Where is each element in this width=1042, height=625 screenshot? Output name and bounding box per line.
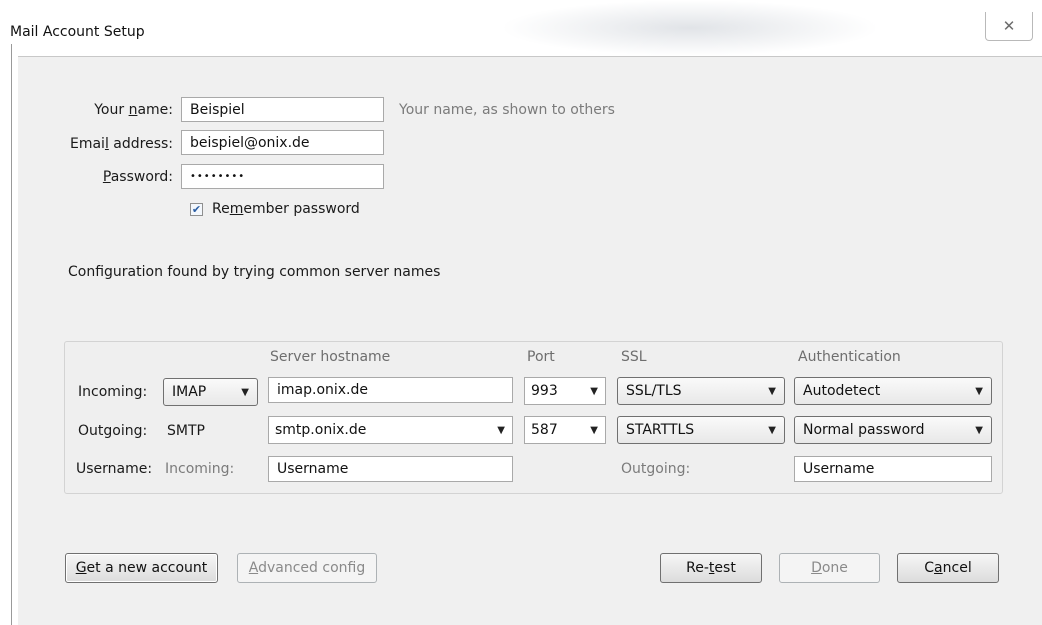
chevron-down-icon: ▼: [497, 424, 505, 436]
outgoing-auth-value: Normal password: [803, 422, 925, 438]
retest-button[interactable]: Re-test: [660, 553, 762, 583]
email-label: Email address:: [69, 136, 173, 152]
outgoing-port-value: 587: [531, 422, 558, 438]
get-new-account-button[interactable]: Get a new account: [65, 553, 218, 583]
done-label: Done: [811, 560, 848, 576]
remember-password-label[interactable]: Remember password: [212, 201, 360, 217]
name-label: Your name:: [94, 102, 173, 118]
chevron-down-icon: ▼: [241, 386, 249, 398]
advanced-config-label: Advanced config: [248, 560, 366, 576]
outgoing-hostname-combo[interactable]: smtp.onix.de ▼: [268, 416, 513, 444]
email-field[interactable]: beispiel@onix.de: [181, 130, 384, 155]
name-hint: Your name, as shown to others: [399, 102, 615, 118]
title-bar-glow: [500, 0, 880, 56]
cancel-button[interactable]: Cancel: [897, 553, 999, 583]
username-outgoing-label: Outgoing:: [621, 461, 691, 477]
close-button[interactable]: ✕: [985, 12, 1033, 41]
incoming-auth-value: Autodetect: [803, 383, 881, 399]
cancel-label: Cancel: [924, 560, 972, 576]
outgoing-protocol: SMTP: [167, 423, 205, 439]
password-field[interactable]: ••••••••: [181, 164, 384, 189]
divider: [18, 56, 1042, 57]
chevron-down-icon: ▼: [590, 424, 598, 436]
outgoing-port-combo[interactable]: 587 ▼: [524, 416, 606, 444]
outgoing-label: Outgoing:: [78, 423, 148, 439]
incoming-protocol-value: IMAP: [172, 384, 207, 400]
checkmark-icon: ✔: [191, 203, 202, 216]
outgoing-username-field[interactable]: Username: [794, 456, 992, 482]
outgoing-auth-select[interactable]: Normal password ▼: [794, 416, 992, 444]
header-server-hostname: Server hostname: [270, 349, 391, 365]
header-ssl: SSL: [621, 349, 647, 365]
incoming-username-field[interactable]: Username: [268, 456, 513, 482]
get-new-account-label: Get a new account: [75, 560, 208, 576]
window-title: Mail Account Setup: [10, 24, 145, 40]
outgoing-ssl-select[interactable]: STARTTLS ▼: [617, 416, 785, 444]
username-label: Username:: [76, 461, 153, 477]
incoming-label: Incoming:: [78, 384, 148, 400]
incoming-protocol-select[interactable]: IMAP ▼: [163, 378, 258, 406]
config-status-text: Configuration found by trying common ser…: [68, 264, 441, 280]
outgoing-ssl-value: STARTTLS: [626, 422, 695, 438]
incoming-ssl-select[interactable]: SSL/TLS ▼: [617, 377, 785, 405]
advanced-config-button[interactable]: Advanced config: [237, 553, 377, 583]
window-frame: [11, 44, 12, 625]
chevron-down-icon: ▼: [975, 385, 983, 397]
incoming-port-combo[interactable]: 993 ▼: [524, 377, 606, 405]
incoming-hostname-field[interactable]: imap.onix.de: [268, 377, 513, 403]
header-port: Port: [527, 349, 555, 365]
chevron-down-icon: ▼: [768, 385, 776, 397]
header-authentication: Authentication: [798, 349, 901, 365]
close-icon: ✕: [1002, 17, 1016, 35]
username-incoming-label: Incoming:: [165, 461, 235, 477]
incoming-ssl-value: SSL/TLS: [626, 383, 682, 399]
incoming-port-value: 993: [531, 383, 558, 399]
chevron-down-icon: ▼: [975, 424, 983, 436]
chevron-down-icon: ▼: [768, 424, 776, 436]
name-field[interactable]: Beispiel: [181, 97, 384, 122]
retest-label: Re-test: [686, 560, 736, 576]
chevron-down-icon: ▼: [590, 385, 598, 397]
done-button[interactable]: Done: [779, 553, 880, 583]
incoming-auth-select[interactable]: Autodetect ▼: [794, 377, 992, 405]
remember-password-checkbox[interactable]: ✔: [190, 203, 203, 216]
password-label: Password:: [102, 169, 173, 185]
outgoing-hostname-value: smtp.onix.de: [275, 422, 367, 438]
